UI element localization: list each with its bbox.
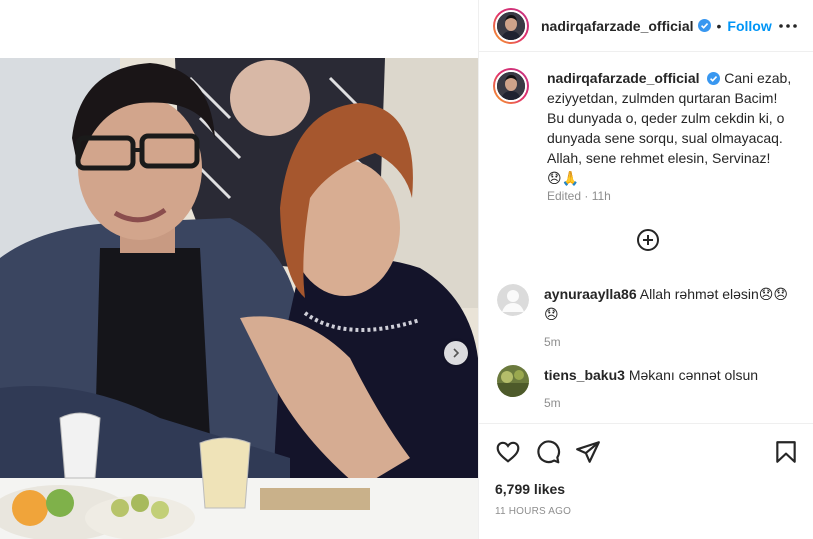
comment-time[interactable]: 5m (544, 332, 794, 352)
header-separator: • (716, 17, 722, 34)
author-username[interactable]: nadirqafarzade_official (541, 18, 694, 34)
caption-emojis: 😞🙏 (547, 170, 580, 186)
carousel-next-button[interactable] (444, 341, 468, 365)
post-header: nadirqafarzade_official • Follow (479, 0, 813, 52)
caption-username[interactable]: nadirqafarzade_official (547, 70, 700, 86)
heart-icon[interactable] (495, 439, 521, 465)
post-sidebar: nadirqafarzade_official • Follow nadirqa… (478, 0, 813, 539)
caption-text-block: nadirqafarzade_official Cani ezab, eziyy… (547, 68, 797, 188)
comment-body: aynuraaylla86 Allah rəhmət eləsin😞😞😞 5m (544, 284, 794, 352)
default-avatar-icon (497, 284, 529, 316)
post-photo[interactable] (0, 58, 478, 539)
comment-item: tiens_baku3 Məkanı cənnət olsun 5m (497, 365, 797, 413)
comment-icon[interactable] (535, 439, 561, 465)
caption-avatar[interactable] (493, 68, 529, 104)
verified-badge-icon (707, 72, 721, 85)
comment-body: tiens_baku3 Məkanı cənnət olsun 5m (544, 365, 794, 413)
paper-plane-icon[interactable] (575, 439, 601, 465)
caption-avatar-image (497, 72, 525, 100)
more-horizontal-icon[interactable] (778, 16, 798, 36)
plus-circle-icon[interactable] (636, 228, 660, 252)
commenter-avatar-image (497, 365, 529, 397)
follow-button[interactable]: Follow (727, 18, 771, 34)
actions-divider (479, 423, 813, 424)
comment-username[interactable]: aynuraaylla86 (544, 286, 637, 302)
media-top-blank (0, 0, 478, 58)
likes-count[interactable]: 6,799 likes (495, 481, 565, 497)
verified-badge-icon (697, 19, 711, 32)
author-avatar[interactable] (493, 7, 529, 44)
comment-username[interactable]: tiens_baku3 (544, 367, 625, 383)
comment-time[interactable]: 5m (544, 393, 794, 413)
caption: nadirqafarzade_official Cani ezab, eziyy… (493, 68, 803, 188)
chevron-right-icon (453, 348, 460, 358)
comment-item: aynuraaylla86 Allah rəhmət eləsin😞😞😞 5m (497, 284, 797, 352)
post-photo-illustration (0, 58, 478, 539)
commenter-avatar[interactable] (497, 365, 529, 397)
bookmark-icon[interactable] (773, 439, 799, 465)
author-avatar-image (497, 11, 525, 40)
comment-text: Məkanı cənnət olsun (628, 367, 759, 383)
commenter-avatar[interactable] (497, 284, 529, 316)
caption-meta[interactable]: Edited · 11h (547, 189, 611, 203)
post-timestamp[interactable]: 11 HOURS AGO (495, 506, 571, 517)
